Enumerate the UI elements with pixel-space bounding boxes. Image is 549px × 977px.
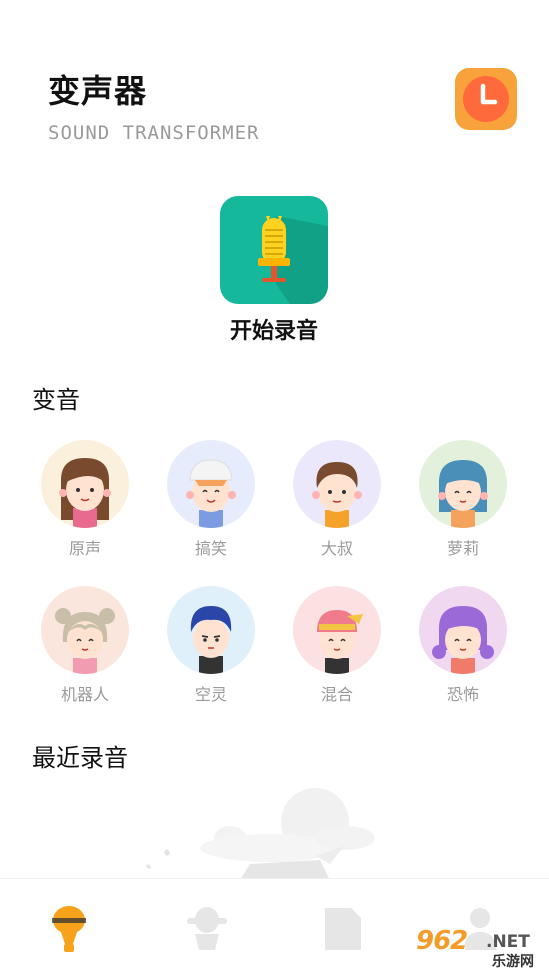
site-watermark: 962 .NET 乐游网: [412, 926, 544, 971]
voice-robot[interactable]: 机器人: [40, 586, 130, 705]
history-button[interactable]: [455, 68, 517, 130]
avatar-uncle: [293, 440, 381, 528]
voice-section-title: 变音: [32, 386, 80, 414]
voice-label: 混合: [320, 685, 353, 704]
avatar-original: [41, 440, 129, 528]
tab-record[interactable]: [44, 901, 94, 957]
avatar-horror: [419, 586, 507, 674]
voice-label: 搞笑: [194, 539, 227, 558]
voice-funny[interactable]: 搞笑: [166, 440, 256, 559]
watermark-brand: 962: [416, 926, 468, 956]
avatar-funny: [167, 440, 255, 528]
voice-horror[interactable]: 恐怖: [418, 586, 508, 705]
voice-label: 萝莉: [446, 539, 479, 558]
record-label: 开始录音: [229, 319, 318, 344]
microphone-icon: [258, 216, 328, 304]
app-subtitle: SOUND TRANSFORMER: [48, 122, 260, 144]
avatar-loli: [419, 440, 507, 528]
header: 变声器 SOUND TRANSFORMER: [48, 66, 259, 144]
avatar-ethereal: [167, 586, 255, 674]
voice-loli[interactable]: 萝莉: [418, 440, 508, 559]
empty-state-illustration: [146, 788, 375, 880]
tab-voice-chat[interactable]: [182, 901, 232, 957]
app-title: 变声器: [48, 72, 148, 110]
start-recording-button[interactable]: 开始录音: [220, 196, 328, 344]
microphone-tab-icon: [52, 906, 86, 952]
voice-label: 原声: [68, 539, 101, 558]
recent-section-title: 最近录音: [32, 744, 128, 772]
clock-icon: [463, 76, 509, 122]
voice-ethereal[interactable]: 空灵: [166, 586, 256, 705]
voice-label: 机器人: [60, 685, 109, 704]
watermark-site: 乐游网: [490, 951, 536, 971]
voice-uncle[interactable]: 大叔: [292, 440, 382, 559]
voice-chat-tab-icon: [187, 907, 227, 950]
tab-files[interactable]: [318, 901, 368, 957]
avatar-mixed: [293, 586, 381, 674]
watermark-suffix: .NET: [486, 932, 530, 952]
voice-label: 恐怖: [446, 685, 479, 704]
voice-mixed[interactable]: 混合: [292, 586, 382, 705]
file-tab-icon: [325, 908, 361, 950]
voice-original[interactable]: 原声: [40, 440, 130, 559]
voice-label: 空灵: [194, 685, 227, 704]
voice-label: 大叔: [320, 539, 353, 558]
record-icon-tile: [220, 196, 328, 304]
avatar-robot: [41, 586, 129, 674]
